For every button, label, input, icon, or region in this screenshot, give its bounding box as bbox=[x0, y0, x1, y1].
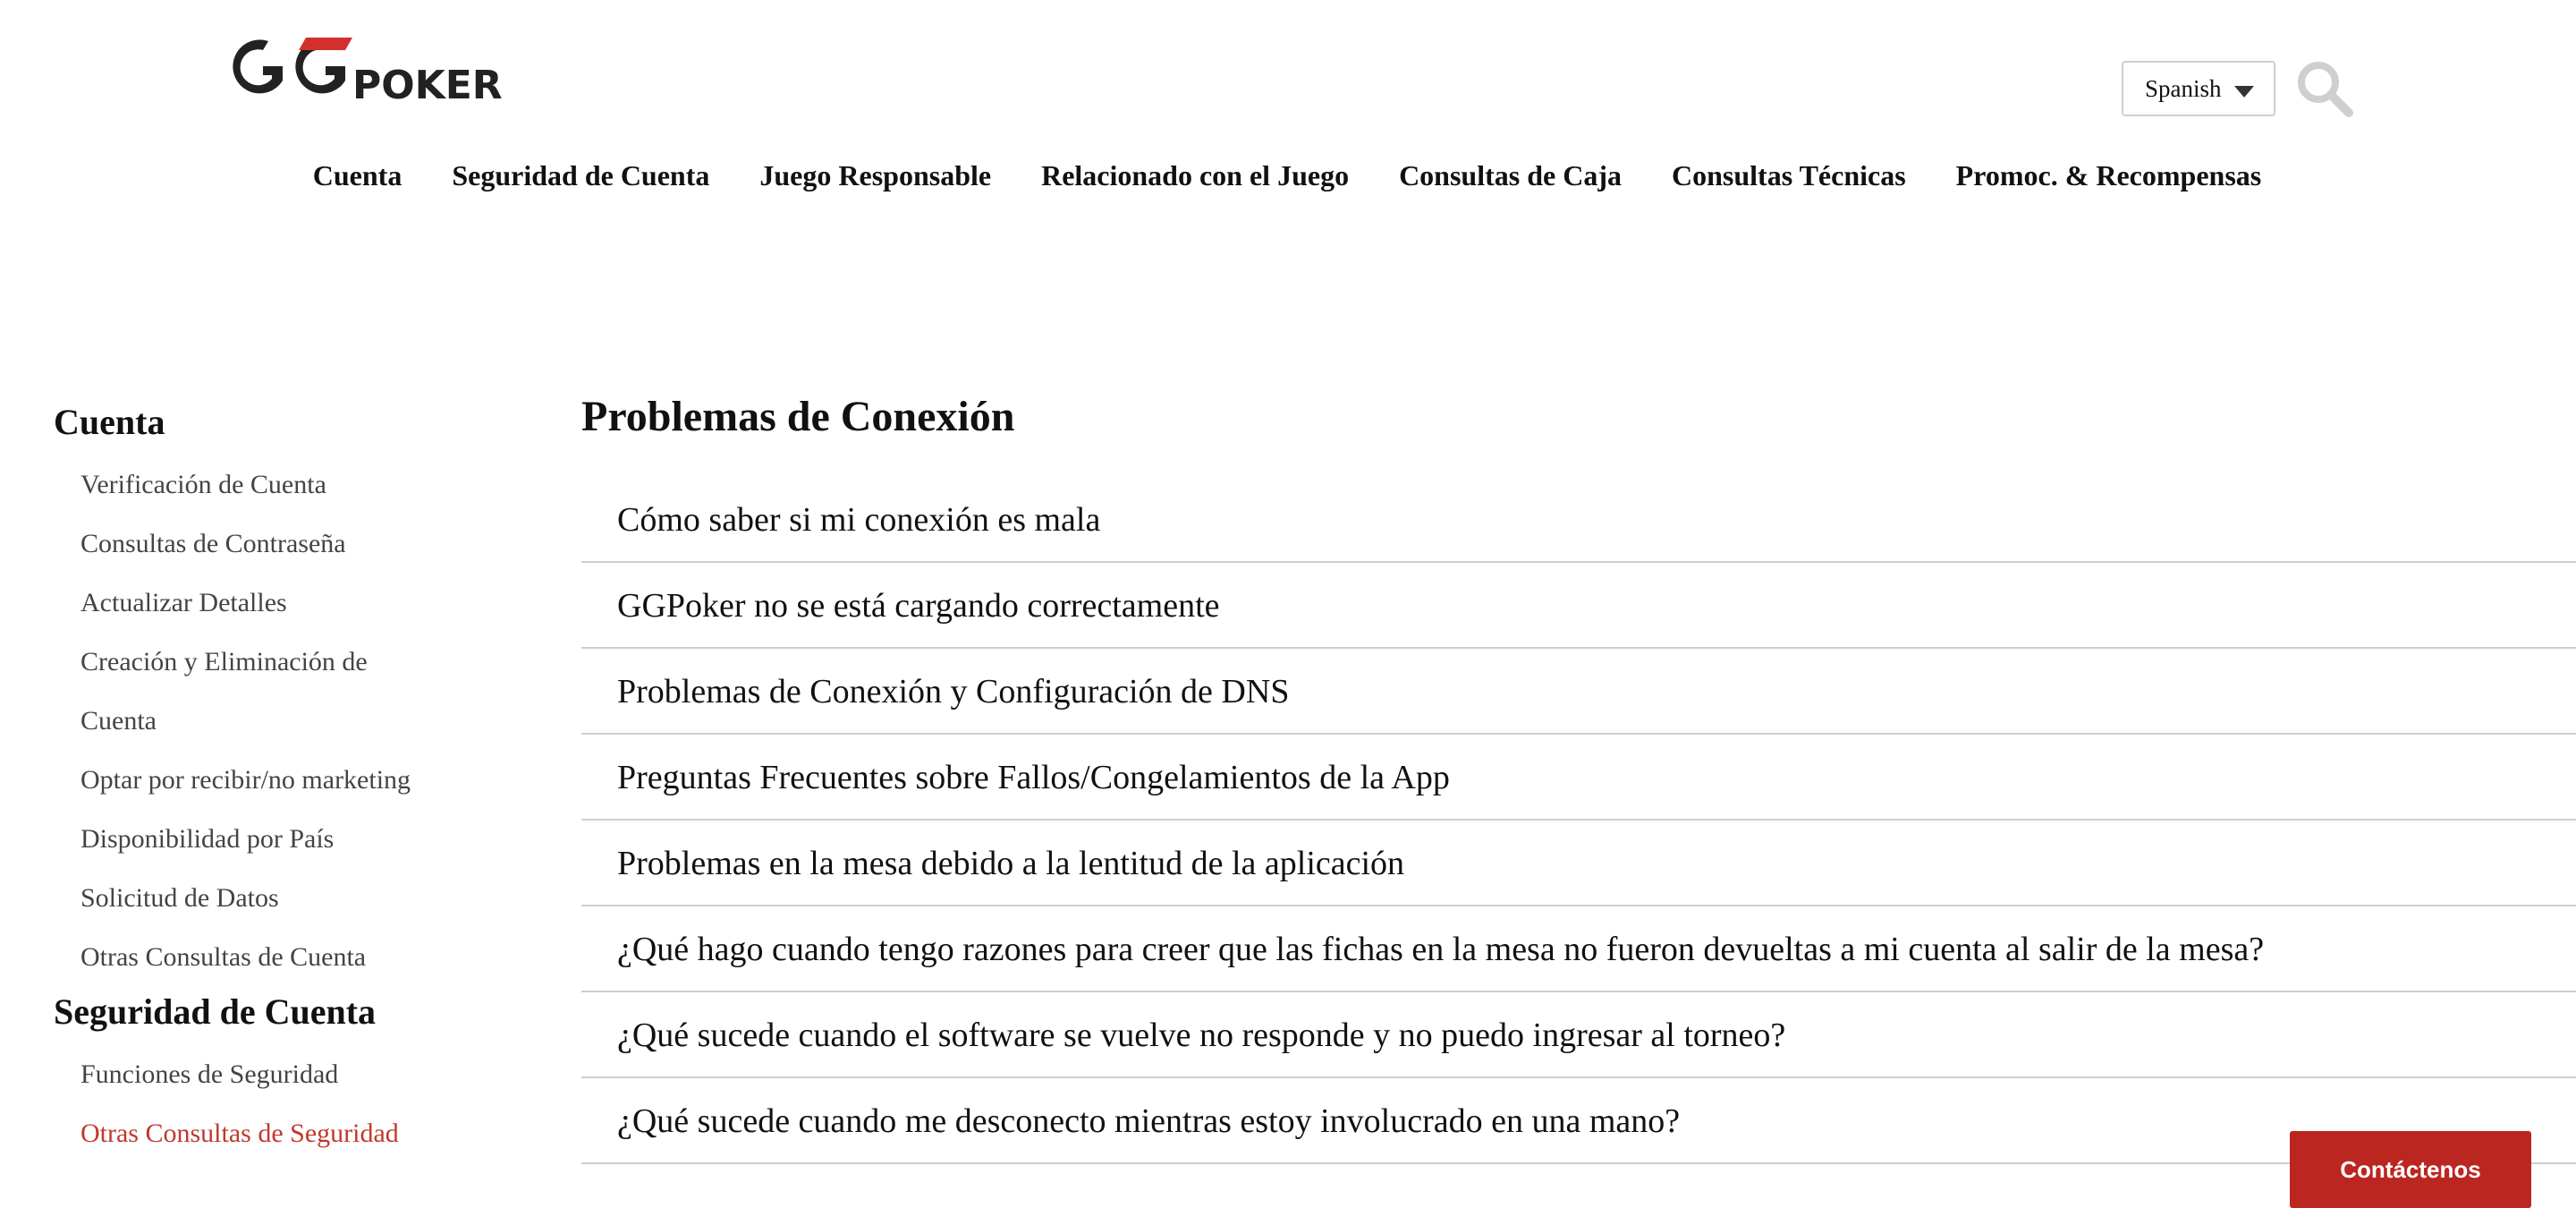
sidebar-item-contrasena[interactable]: Consultas de Contraseña bbox=[80, 515, 519, 574]
top-navigation: Cuenta Seguridad de Cuenta Juego Respons… bbox=[0, 154, 2576, 204]
article-link[interactable]: ¿Qué sucede cuando me desconecto mientra… bbox=[581, 1080, 2576, 1164]
language-selected-value: Spanish bbox=[2145, 74, 2222, 102]
article-link[interactable]: Problemas en la mesa debido a la lentitu… bbox=[581, 822, 2576, 906]
sidebar: Cuenta Verificación de Cuenta Consultas … bbox=[54, 401, 519, 1163]
nav-item-consultas-de-caja[interactable]: Consultas de Caja bbox=[1374, 154, 1647, 204]
nav-item-cuenta[interactable]: Cuenta bbox=[288, 154, 428, 204]
sidebar-item-otras-consultas-seguridad[interactable]: Otras Consultas de Seguridad bbox=[80, 1104, 519, 1163]
sidebar-heading-cuenta[interactable]: Cuenta bbox=[54, 401, 519, 443]
main-content: Problemas de Conexión Cómo saber si mi c… bbox=[581, 392, 2576, 1166]
svg-text:POKER: POKER bbox=[352, 63, 503, 104]
article-link[interactable]: Problemas de Conexión y Configuración de… bbox=[581, 651, 2576, 735]
article-link[interactable]: ¿Qué hago cuando tengo razones para cree… bbox=[581, 908, 2576, 992]
sidebar-item-funciones-seguridad[interactable]: Funciones de Seguridad bbox=[80, 1045, 519, 1104]
sidebar-item-actualizar-detalles[interactable]: Actualizar Detalles bbox=[80, 574, 519, 633]
chevron-down-icon bbox=[2234, 86, 2254, 98]
ggpoker-logo[interactable]: POKER bbox=[227, 34, 531, 104]
logo-mark: POKER bbox=[233, 38, 503, 104]
nav-item-juego-responsable[interactable]: Juego Responsable bbox=[734, 154, 1016, 204]
sidebar-item-creacion-eliminacion-cont[interactable]: Cuenta bbox=[80, 692, 519, 751]
sidebar-item-solicitud-datos[interactable]: Solicitud de Datos bbox=[80, 869, 519, 928]
article-list: Cómo saber si mi conexión es mala GGPoke… bbox=[581, 479, 2576, 1164]
sidebar-item-marketing[interactable]: Optar por recibir/no marketing bbox=[80, 751, 519, 810]
article-link[interactable]: Cómo saber si mi conexión es mala bbox=[581, 479, 2576, 563]
nav-item-consultas-tecnicas[interactable]: Consultas Técnicas bbox=[1647, 154, 1931, 204]
sidebar-item-verificacion[interactable]: Verificación de Cuenta bbox=[80, 455, 519, 515]
page-title: Problemas de Conexión bbox=[581, 393, 1015, 440]
nav-item-seguridad-de-cuenta[interactable]: Seguridad de Cuenta bbox=[427, 154, 734, 204]
language-select[interactable]: Spanish bbox=[2122, 61, 2275, 116]
article-link[interactable]: ¿Qué sucede cuando el software se vuelve… bbox=[581, 994, 2576, 1078]
sidebar-list-seguridad: Funciones de Seguridad Otras Consultas d… bbox=[54, 1045, 519, 1163]
sidebar-list-cuenta: Verificación de Cuenta Consultas de Cont… bbox=[54, 455, 519, 987]
nav-item-relacionado-con-el-juego[interactable]: Relacionado con el Juego bbox=[1016, 154, 1374, 204]
sidebar-item-disponibilidad[interactable]: Disponibilidad por País bbox=[80, 810, 519, 869]
sidebar-item-otras-consultas-cuenta[interactable]: Otras Consultas de Cuenta bbox=[80, 928, 519, 987]
article-link[interactable]: GGPoker no se está cargando correctament… bbox=[581, 565, 2576, 649]
nav-item-promociones-recompensas[interactable]: Promoc. & Recompensas bbox=[1931, 154, 2287, 204]
sidebar-item-creacion-eliminacion[interactable]: Creación y Eliminación de bbox=[80, 633, 519, 692]
sidebar-heading-seguridad[interactable]: Seguridad de Cuenta bbox=[54, 991, 519, 1033]
contact-button[interactable]: Contáctenos bbox=[2290, 1131, 2531, 1208]
article-link[interactable]: Preguntas Frecuentes sobre Fallos/Congel… bbox=[581, 736, 2576, 821]
search-icon[interactable] bbox=[2295, 59, 2354, 118]
